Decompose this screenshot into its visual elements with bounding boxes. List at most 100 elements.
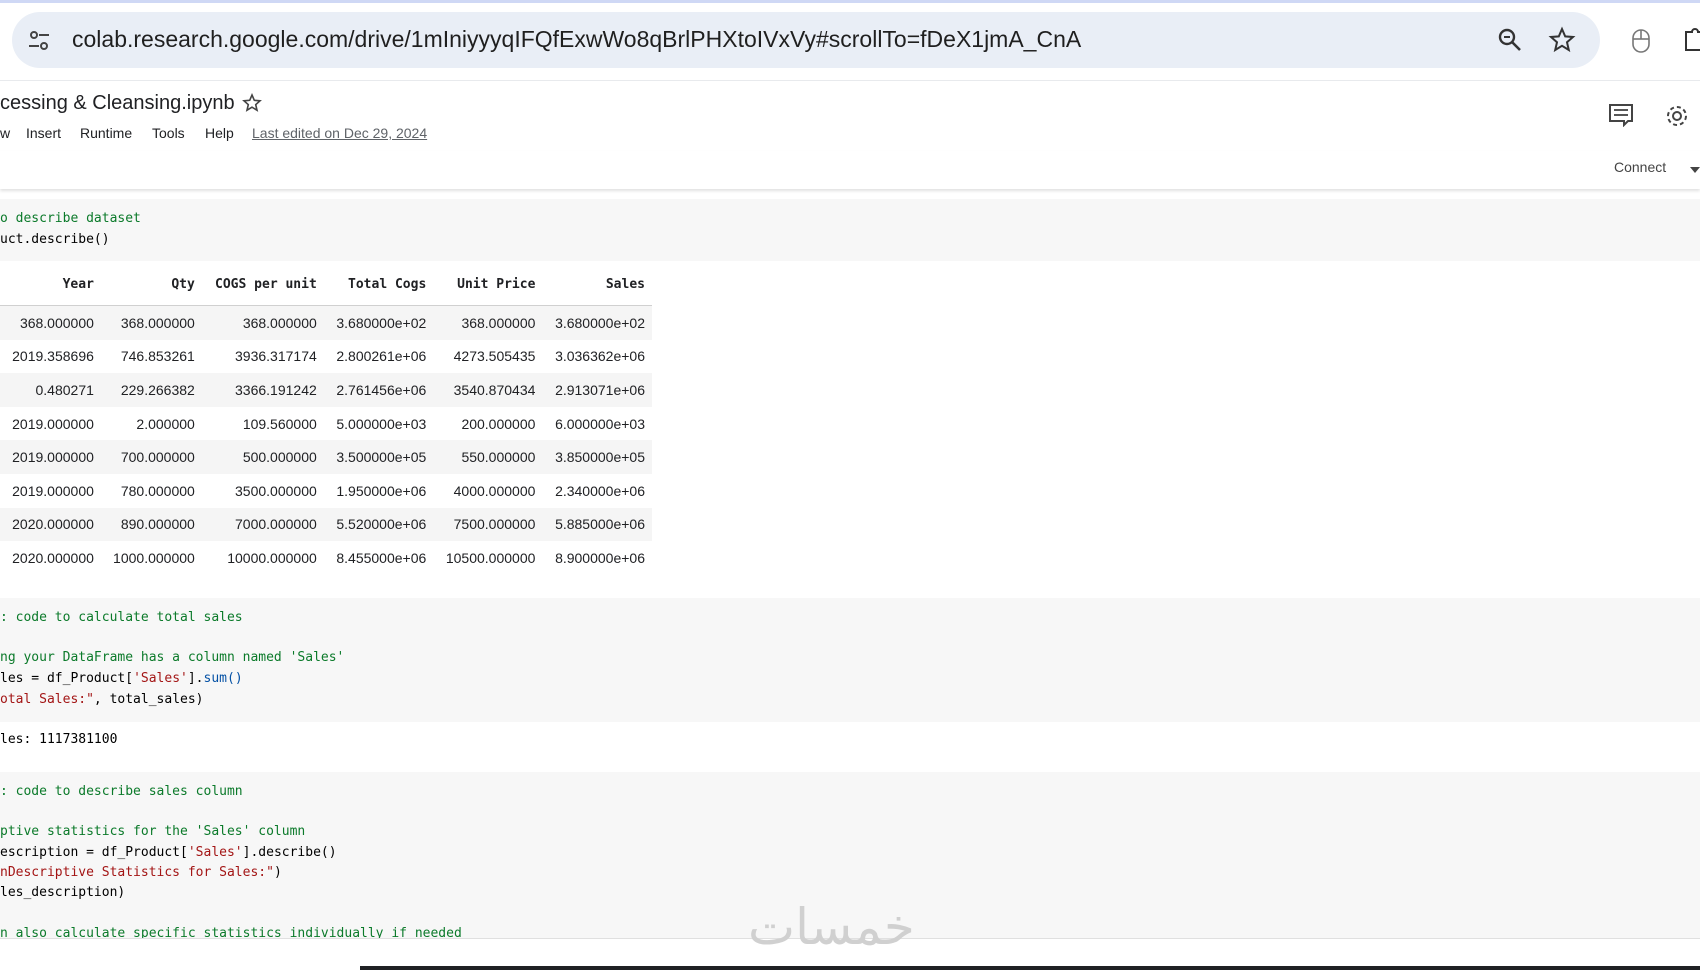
column-header-sales: Sales (542, 263, 652, 306)
table-cell-cogs-per-unit: 3500.000000 (235, 482, 317, 499)
table-cell-unit-price: 200.000000 (461, 415, 536, 432)
menu-item-tools[interactable]: Tools (152, 125, 185, 141)
code-comment: : code to describe sales column (0, 784, 243, 799)
code-line: uct.describe() (0, 232, 110, 247)
extension-puzzle-icon[interactable] (1684, 24, 1700, 54)
chevron-down-icon[interactable] (1690, 167, 1700, 173)
table-header-row: Year Qty COGS per unit Total Cogs Unit P… (0, 263, 652, 306)
code-cell-total-sales[interactable]: : code to calculate total sales ng your … (0, 598, 1700, 722)
browser-toolbar: colab.research.google.com/drive/1mIniyyy… (0, 0, 1700, 80)
code-comment: ng your DataFrame has a column named 'Sa… (0, 650, 345, 665)
code-string: 'Sales' (187, 845, 243, 860)
table-cell-year: 2019.000000 (12, 449, 94, 466)
code-cell-describe[interactable]: o describe dataset uct.describe() (0, 199, 1700, 261)
code-line: nDescriptive Statistics for Sales:") (0, 865, 282, 880)
table-cell-total-cogs: 2.800261e+06 (336, 348, 427, 365)
table-cell-unit-price: 4000.000000 (453, 482, 536, 499)
tab-strip-accent (0, 0, 1700, 3)
table-cell-cogs-per-unit: 3936.317174 (235, 348, 317, 365)
menu-item-runtime[interactable]: Runtime (80, 125, 132, 141)
code-text: ].describe() (242, 845, 337, 860)
code-text: ]. (187, 671, 204, 686)
table-cell-year: 2020.000000 (12, 549, 94, 566)
notebook-header: cessing & Cleansing.ipynb w Insert Runti… (0, 80, 1700, 152)
table-cell-total-cogs: 8.455000e+06 (336, 549, 427, 566)
table-cell-total-cogs: 2.761456e+06 (336, 381, 427, 398)
table-cell-cogs-per-unit: 368.000000 (242, 314, 317, 331)
code-comment: o describe dataset (0, 211, 141, 226)
code-text: uct.describe() (0, 232, 110, 247)
menu-item-view[interactable]: w (0, 125, 10, 141)
code-string: otal Sales:" (0, 692, 94, 707)
code-comment: : code to calculate total sales (0, 610, 243, 625)
code-text: ) (273, 865, 282, 880)
table-cell-year: 2019.000000 (12, 482, 94, 499)
table-row: 2019.000000 700.000000 500.000000 3.500000e… (0, 440, 652, 474)
extension-mouse-icon[interactable] (1630, 28, 1652, 54)
code-text: , total_sales) (93, 692, 204, 707)
table-cell-sales: 8.900000e+06 (555, 549, 645, 566)
table-cell-unit-price: 368.000000 (461, 314, 536, 331)
column-header-total-cogs: Total Cogs (323, 263, 434, 306)
table-cell-unit-price: 10500.000000 (445, 549, 536, 566)
table-cell-year: 2020.000000 (12, 516, 94, 533)
menu-item-insert[interactable]: Insert (26, 125, 61, 141)
comments-icon[interactable] (1608, 103, 1634, 127)
table-cell-sales: 2.340000e+06 (555, 482, 645, 499)
table-cell-total-cogs: 5.520000e+06 (336, 516, 427, 533)
code-line: les_description) (0, 885, 126, 900)
zoom-icon[interactable] (1496, 26, 1524, 54)
table-cell-year: 368.000000 (19, 314, 94, 331)
code-line: escription = df_Product['Sales'].describ… (0, 845, 337, 860)
table-cell-sales: 5.885000e+06 (555, 516, 645, 533)
star-icon[interactable] (242, 93, 262, 113)
code-string: 'Sales' (133, 671, 188, 686)
bookmark-star-icon[interactable] (1548, 26, 1576, 54)
table-cell-cogs-per-unit: 109.560000 (242, 415, 317, 432)
table-cell-total-cogs: 3.680000e+02 (336, 314, 427, 331)
notebook-title[interactable]: cessing & Cleansing.ipynb (0, 92, 235, 115)
menu-item-help[interactable]: Help (205, 125, 234, 141)
code-line: les = df_Product['Sales'].sum() (0, 671, 243, 686)
watermark-logo: خمسات (748, 898, 915, 956)
connect-button[interactable]: Connect (1614, 159, 1666, 175)
table-row: 0.480271 229.266382 3366.191242 2.761456e+0… (0, 373, 652, 407)
table-cell-qty: 890.000000 (120, 516, 195, 533)
table-cell-qty: 700.000000 (120, 449, 195, 466)
column-header-unit-price: Unit Price (433, 263, 543, 306)
table-cell-unit-price: 4273.505435 (453, 348, 536, 365)
column-header-year: Year (0, 263, 101, 306)
table-row: 2020.000000 890.000000 7000.000000 5.520000… (0, 507, 652, 542)
url-text[interactable]: colab.research.google.com/drive/1mIniyyy… (72, 26, 1081, 53)
table-cell-sales: 3.850000e+05 (555, 449, 645, 466)
table-cell-total-cogs: 5.000000e+03 (336, 415, 427, 432)
table-cell-cogs-per-unit: 500.000000 (242, 449, 317, 466)
table-cell-cogs-per-unit: 10000.000000 (227, 549, 317, 566)
table-cell-unit-price: 550.000000 (461, 449, 536, 466)
table-row: 2019.358696 746.853261 3936.317174 2.800261… (0, 340, 652, 374)
gear-icon[interactable] (1664, 103, 1690, 129)
notebook-toolbar: Connect (0, 151, 1700, 189)
code-text: escription = df_Product[ (0, 845, 188, 860)
table-cell-unit-price: 7500.000000 (453, 516, 536, 533)
table-cell-cogs-per-unit: 7000.000000 (235, 516, 317, 533)
table-row: 368.000000 368.000000 368.000000 3.680000e+… (0, 305, 652, 340)
site-info-icon[interactable] (26, 28, 52, 54)
table-row: 2019.000000 780.000000 3500.000000 1.950000… (0, 474, 652, 508)
code-text: les = df_Product[ (0, 671, 134, 686)
code-string: nDescriptive Statistics for Sales:" (0, 865, 274, 880)
table-cell-cogs-per-unit: 3366.191242 (235, 381, 317, 398)
table-cell-year: 2019.000000 (12, 415, 94, 432)
taskbar-edge (360, 966, 1700, 970)
code-line: otal Sales:", total_sales) (0, 692, 204, 707)
table-cell-sales: 2.913071e+06 (555, 381, 645, 398)
table-cell-total-cogs: 1.950000e+06 (336, 482, 427, 499)
table-cell-year: 0.480271 (35, 381, 94, 398)
cell-output-total-sales: les: 1117381100 (0, 732, 118, 747)
table-cell-sales: 3.680000e+02 (555, 314, 645, 331)
table-cell-qty: 780.000000 (120, 482, 195, 499)
table-cell-qty: 2.000000 (136, 415, 195, 432)
last-edited-link[interactable]: Last edited on Dec 29, 2024 (252, 125, 427, 141)
code-text: () (227, 671, 243, 686)
column-header-qty: Qty (100, 263, 202, 306)
